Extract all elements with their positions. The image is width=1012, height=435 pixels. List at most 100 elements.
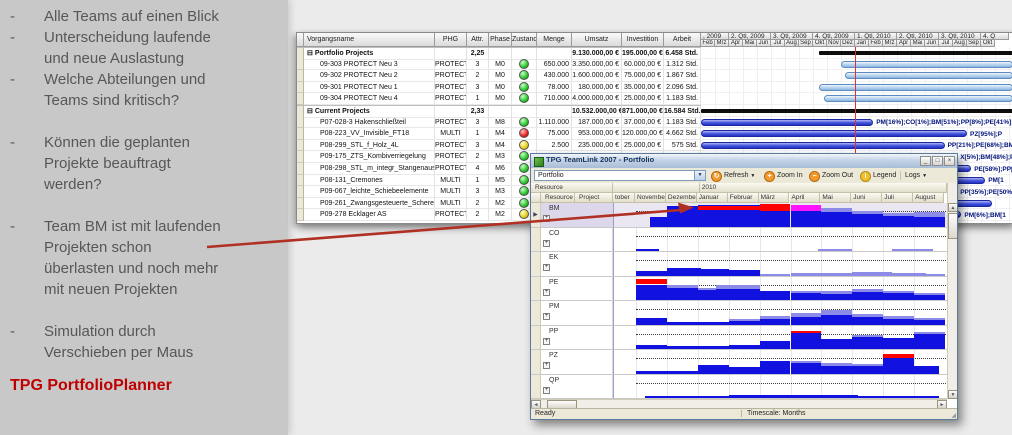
month-gridline bbox=[883, 375, 884, 399]
column-header-phg[interactable]: PHG bbox=[435, 33, 467, 47]
expand-icon[interactable]: + bbox=[543, 264, 550, 271]
chevron-down-icon[interactable]: ▼ bbox=[922, 173, 927, 179]
row-selector[interactable] bbox=[297, 175, 304, 187]
light-gantt-bar[interactable] bbox=[845, 72, 1012, 79]
close-icon[interactable]: × bbox=[944, 156, 955, 166]
dark-gantt-bar[interactable] bbox=[701, 119, 873, 126]
summary-gantt-bar[interactable] bbox=[819, 51, 1012, 55]
expand-icon[interactable]: + bbox=[543, 313, 550, 320]
menge-cell: 2.500 bbox=[537, 140, 572, 152]
scroll-up-icon[interactable]: ▲ bbox=[948, 203, 958, 212]
row-selector[interactable] bbox=[297, 198, 304, 210]
status-light-green bbox=[519, 117, 529, 127]
row-selector[interactable] bbox=[531, 301, 541, 326]
row-selector[interactable] bbox=[531, 375, 541, 400]
light-gantt-bar[interactable] bbox=[824, 95, 1012, 102]
legend-button[interactable]: i Legend bbox=[860, 170, 896, 181]
dark-gantt-bar[interactable] bbox=[701, 142, 945, 149]
column-header-attr[interactable]: Attr. bbox=[467, 33, 489, 47]
collapse-icon[interactable]: ⊟ bbox=[307, 108, 313, 115]
summary-gantt-bar[interactable] bbox=[701, 109, 1012, 113]
row-selector[interactable] bbox=[297, 140, 304, 152]
table-row[interactable]: 09-302 PROTECT Neu 2PROTECT2M0430.0001.6… bbox=[297, 70, 701, 82]
resource-cell[interactable]: EK+ bbox=[541, 252, 575, 277]
row-selector[interactable] bbox=[531, 277, 541, 302]
table-row[interactable]: P08-223_VV_Invisible_FT18MULTI1M475.0009… bbox=[297, 128, 701, 140]
row-selector[interactable] bbox=[531, 228, 541, 253]
table-row[interactable]: 09-301 PROTECT Neu 1PROTECT3M078.000180.… bbox=[297, 82, 701, 94]
row-selector[interactable] bbox=[297, 209, 304, 221]
row-selector[interactable] bbox=[297, 70, 304, 82]
load-segment bbox=[883, 358, 914, 374]
resource-cell[interactable]: QP+ bbox=[541, 375, 575, 400]
arbeit-cell: 1.183 Std. bbox=[664, 117, 701, 129]
row-selector[interactable] bbox=[531, 326, 541, 351]
horizontal-scrollbar[interactable]: ◄ ► bbox=[531, 399, 947, 408]
resource-cell[interactable]: PM+ bbox=[541, 301, 575, 326]
month-header: Mrz bbox=[883, 40, 897, 47]
column-header-phase[interactable]: Phase bbox=[489, 33, 512, 47]
table-row[interactable]: 09-304 PROTECT Neu 4PROTECT1M0710.0004.0… bbox=[297, 93, 701, 105]
zoom-in-button[interactable]: + Zoom In bbox=[764, 170, 803, 181]
collapse-icon[interactable]: ⊟ bbox=[307, 50, 313, 57]
teamlink-titlebar[interactable]: TPG TeamLink 2007 - Portfolio _ □ × bbox=[531, 154, 957, 169]
resource-cell[interactable]: PP+ bbox=[541, 326, 575, 351]
expand-icon[interactable]: + bbox=[543, 289, 550, 296]
row-selector[interactable] bbox=[531, 350, 541, 375]
view-select[interactable]: Portfolio ▼ bbox=[534, 170, 706, 181]
quarter-header: 3. Qtl, 2010 bbox=[939, 33, 981, 40]
table-row[interactable]: 09-303 PROTECT Neu 3PROTECT3M0650.0003.3… bbox=[297, 59, 701, 71]
project-column-header[interactable]: Project bbox=[575, 193, 613, 203]
row-selector[interactable] bbox=[297, 59, 304, 71]
row-selector[interactable] bbox=[531, 252, 541, 277]
row-selector[interactable] bbox=[297, 93, 304, 105]
row-selector[interactable] bbox=[297, 163, 304, 175]
expand-icon[interactable]: + bbox=[543, 240, 550, 247]
resource-cell[interactable]: PZ+ bbox=[541, 350, 575, 375]
column-header-zustand[interactable]: Zustand bbox=[512, 33, 537, 47]
maximize-icon[interactable]: □ bbox=[932, 156, 943, 166]
load-segment bbox=[821, 294, 852, 300]
resource-label: BM bbox=[549, 205, 560, 212]
light-gantt-bar[interactable] bbox=[841, 61, 1012, 68]
row-selector[interactable] bbox=[297, 151, 304, 163]
column-header-investition[interactable]: Investition bbox=[622, 33, 664, 47]
row-selector[interactable]: ▶ bbox=[531, 203, 541, 228]
expand-icon[interactable]: + bbox=[543, 215, 550, 222]
vertical-scrollbar[interactable]: ▲ ▼ bbox=[947, 183, 957, 399]
load-segment bbox=[760, 291, 791, 300]
row-selector[interactable] bbox=[297, 82, 304, 94]
column-header-menge[interactable]: Menge bbox=[537, 33, 572, 47]
logs-button[interactable]: Logs ▼ bbox=[905, 170, 927, 181]
scroll-down-icon[interactable]: ▼ bbox=[948, 390, 958, 399]
minimize-icon[interactable]: _ bbox=[920, 156, 931, 166]
chevron-down-icon[interactable]: ▼ bbox=[694, 171, 705, 180]
scroll-thumb[interactable] bbox=[948, 213, 958, 239]
expand-icon[interactable]: + bbox=[543, 362, 550, 369]
load-segment bbox=[791, 317, 822, 325]
phase-cell: M6 bbox=[489, 163, 512, 175]
column-header-vorgangsname[interactable]: Vorgangsname bbox=[304, 33, 435, 47]
refresh-button[interactable]: ↻ Refresh ▼ bbox=[711, 170, 755, 181]
load-segment bbox=[852, 337, 883, 349]
load-segment bbox=[650, 217, 667, 227]
month-header: Jun bbox=[925, 40, 939, 47]
table-row[interactable]: P08-299_STL_f_Holz_4LPROTECT3M42.500235.… bbox=[297, 140, 701, 152]
chevron-down-icon[interactable]: ▼ bbox=[750, 173, 755, 179]
resource-cell[interactable]: BM + bbox=[541, 203, 575, 228]
row-selector[interactable] bbox=[297, 186, 304, 198]
resize-grip[interactable]: ◢ bbox=[951, 412, 956, 419]
resource-cell[interactable]: CO+ bbox=[541, 228, 575, 253]
resource-column-header[interactable]: Resource ▴ bbox=[541, 193, 575, 203]
resource-cell[interactable]: PE+ bbox=[541, 277, 575, 302]
dark-gantt-bar[interactable] bbox=[701, 130, 967, 137]
row-selector[interactable] bbox=[297, 128, 304, 140]
table-row[interactable]: P07-028-3 HakenschließteilPROTECT3M81.11… bbox=[297, 117, 701, 129]
expand-icon[interactable]: + bbox=[543, 338, 550, 345]
expand-icon[interactable]: + bbox=[543, 387, 550, 394]
column-header-arbeit[interactable]: Arbeit bbox=[664, 33, 701, 47]
column-header-umsatz[interactable]: Umsatz bbox=[572, 33, 622, 47]
zoom-out-button[interactable]: − Zoom Out bbox=[809, 170, 853, 181]
light-gantt-bar[interactable] bbox=[819, 84, 1012, 91]
row-selector[interactable] bbox=[297, 117, 304, 129]
